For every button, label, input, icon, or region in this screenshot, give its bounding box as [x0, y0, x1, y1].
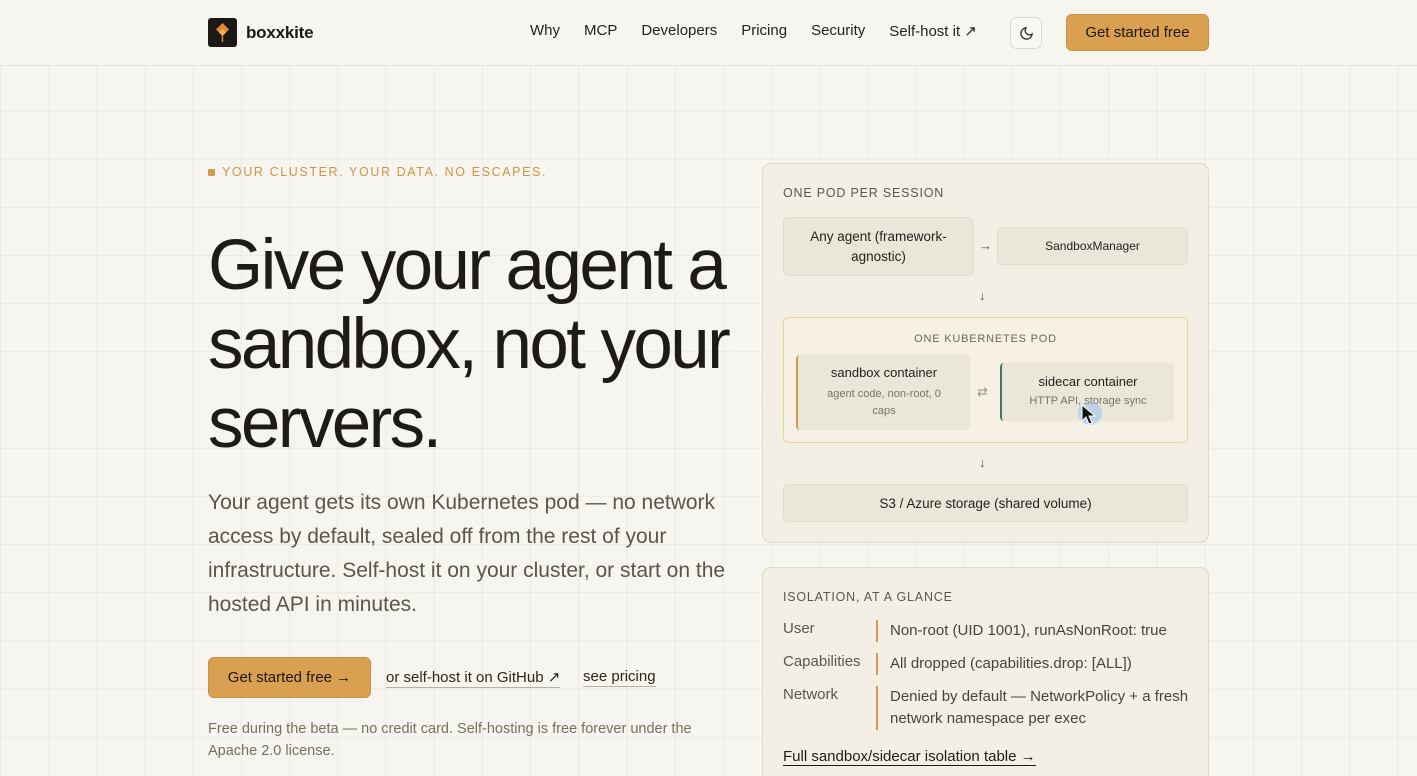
moon-icon	[1019, 26, 1033, 40]
exchange-arrows-icon: ⇄	[977, 384, 988, 399]
nav-why[interactable]: Why	[530, 22, 560, 40]
isolation-row-network: Network Denied by default — NetworkPolic…	[783, 686, 1193, 730]
theme-toggle-button[interactable]	[1010, 17, 1042, 49]
row-key: Capabilities	[783, 653, 861, 670]
row-key: Network	[783, 686, 839, 703]
isolation-row-user: User Non-root (UID 1001), runAsNonRoot: …	[783, 620, 1193, 642]
sandbox-container-box: sandbox container agent code, non-root, …	[796, 355, 970, 430]
isolation-card: ISOLATION, AT A GLANCE User Non-root (UI…	[762, 567, 1209, 776]
nav-developers[interactable]: Developers	[641, 22, 717, 40]
sandbox-container-title: sandbox container	[830, 365, 938, 380]
hero-eyebrow: YOUR CLUSTER. YOUR DATA. NO ESCAPES.	[208, 165, 547, 179]
kubernetes-pod-box: ONE KUBERNETES POD sandbox container age…	[783, 317, 1188, 443]
storage-box: S3 / Azure storage (shared volume)	[783, 484, 1188, 522]
sidecar-container-title: sidecar container	[1038, 374, 1138, 389]
get-started-button[interactable]: Get started free	[1066, 14, 1209, 51]
eyebrow-square-icon	[208, 168, 215, 176]
arrow-down-icon-2: ↓	[979, 455, 986, 470]
github-link[interactable]: or self-host it on GitHub ↗	[386, 668, 561, 688]
nav-self-host[interactable]: Self-host it ↗	[889, 22, 977, 40]
arrow-down-icon: ↓	[979, 288, 986, 303]
row-value: Denied by default — NetworkPolicy + a fr…	[876, 686, 1193, 730]
hero-headline: Give your agent a sandbox, not your serv…	[208, 226, 731, 463]
isolation-table-link[interactable]: Full sandbox/sidecar isolation table →	[783, 748, 1036, 766]
brand-logo[interactable]: boxxkite	[208, 18, 314, 47]
pricing-link[interactable]: see pricing	[583, 668, 656, 687]
isolation-row-capabilities: Capabilities All dropped (capabilities.d…	[783, 653, 1193, 675]
isolation-title: ISOLATION, AT A GLANCE	[783, 590, 953, 604]
architecture-title: ONE POD PER SESSION	[783, 186, 945, 200]
sandbox-manager-box: SandboxManager	[997, 227, 1188, 265]
pod-label: ONE KUBERNETES POD	[914, 333, 1057, 345]
eyebrow-text: YOUR CLUSTER. YOUR DATA. NO ESCAPES.	[222, 165, 548, 179]
row-value: Non-root (UID 1001), runAsNonRoot: true	[876, 620, 1193, 642]
nav-pricing[interactable]: Pricing	[741, 22, 787, 40]
hero-fineprint: Free during the beta — no credit card. S…	[208, 721, 692, 759]
row-key: User	[783, 620, 815, 637]
arrow-right-icon: →	[979, 238, 992, 253]
top-header: boxxkite Why MCP Developers Pricing Secu…	[0, 0, 1417, 66]
nav-security[interactable]: Security	[811, 22, 865, 40]
agent-box: Any agent (framework-agnostic)	[783, 217, 974, 276]
main-nav: Why MCP Developers Pricing Security Self…	[530, 22, 977, 40]
boxxkite-logo-icon	[208, 18, 237, 47]
mouse-cursor-icon	[1078, 403, 1102, 425]
nav-mcp[interactable]: MCP	[584, 22, 617, 40]
row-value: All dropped (capabilities.drop: [ALL])	[876, 653, 1193, 675]
architecture-card: ONE POD PER SESSION Any agent (framework…	[762, 163, 1209, 543]
brand-name: boxxkite	[246, 22, 314, 42]
sandbox-container-desc: agent code, non-root, 0 caps	[827, 388, 941, 417]
hero-get-started-button[interactable]: Get started free →	[208, 657, 371, 698]
hero-lede: Your agent gets its own Kubernetes pod —…	[208, 491, 726, 616]
